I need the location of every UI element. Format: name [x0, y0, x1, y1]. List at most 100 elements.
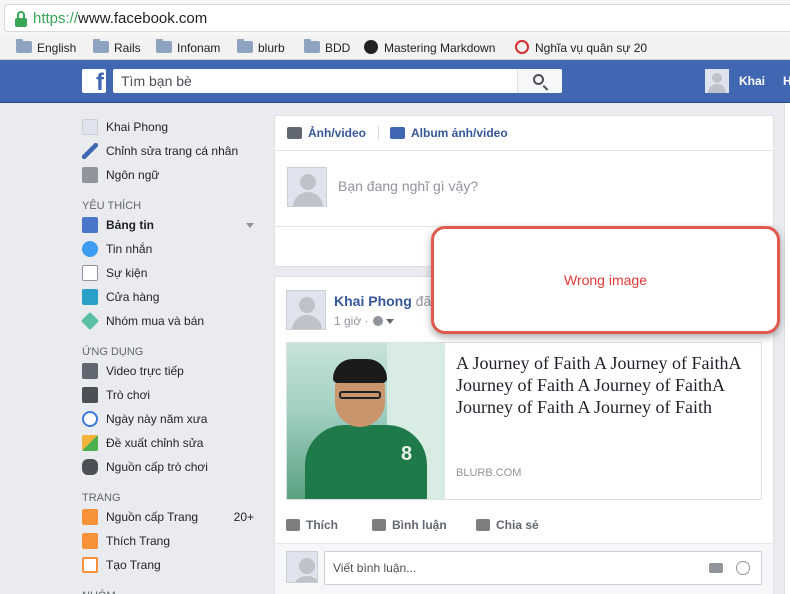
bookmark-english[interactable]: English [16, 39, 76, 57]
avatar [286, 551, 318, 583]
share-button[interactable]: Chia sẻ [476, 518, 539, 532]
bookmark-rails[interactable]: Rails [93, 39, 141, 57]
facebook-logo-icon[interactable]: f [82, 69, 106, 93]
sidebar-item-edit-profile[interactable]: Chỉnh sửa trang cá nhân [82, 139, 262, 163]
chevron-down-icon[interactable] [246, 223, 254, 228]
folder-icon [16, 39, 32, 53]
sidebar-item-events[interactable]: Sự kiện [82, 261, 262, 285]
check-icon [82, 435, 98, 451]
comment-input[interactable] [325, 552, 695, 584]
link-title[interactable]: A Journey of Faith A Journey of FaithA J… [456, 352, 752, 418]
sidebar-item-game-feed[interactable]: Nguồn cấp trò chơi [82, 455, 262, 479]
address-field[interactable]: https://www.facebook.com [4, 4, 790, 32]
avatar [287, 167, 327, 207]
url-text[interactable]: https://www.facebook.com [33, 10, 207, 27]
profile-link[interactable]: Khai [705, 69, 765, 93]
search-icon [533, 74, 544, 85]
pages-feed-icon [82, 509, 98, 525]
link-thumbnail: 8 [287, 343, 445, 499]
facebook-top-bar: f Khai H [0, 60, 790, 103]
search-button[interactable] [517, 69, 562, 93]
search-box [113, 69, 562, 93]
bookmarks-bar: English Rails Infonam blurb BDD Masterin… [0, 36, 790, 60]
browser-url-bar: https://www.facebook.com [0, 0, 790, 36]
github-icon [364, 40, 378, 54]
shop-icon [82, 289, 98, 305]
callout-text: Wrong image [563, 272, 647, 288]
sidebar-item-news-feed[interactable]: Bảng tin [82, 213, 262, 237]
home-link[interactable]: H [783, 69, 790, 93]
sidebar-item-create-page[interactable]: Tạo Trang [82, 553, 262, 577]
like-page-icon [82, 533, 98, 549]
bookmark-infonam[interactable]: Infonam [156, 39, 220, 57]
folder-icon [93, 39, 109, 53]
live-video-icon [82, 363, 98, 379]
folder-icon [156, 39, 172, 53]
post-author: Khai Phong đã [334, 293, 432, 309]
pages-heading: TRANG [82, 492, 121, 504]
sidebar-item-suggest-edits[interactable]: Đề xuất chỉnh sửa [82, 431, 262, 455]
like-button[interactable]: Thích [286, 518, 338, 532]
folder-icon [304, 39, 320, 53]
camera-icon [287, 127, 302, 139]
lock-icon [15, 11, 27, 27]
chevron-down-icon[interactable] [385, 319, 394, 324]
link-domain: BLURB.COM [456, 467, 522, 479]
comment-button[interactable]: Bình luận [372, 518, 447, 532]
language-icon [82, 167, 98, 183]
globe-icon[interactable] [372, 316, 383, 326]
bookmark-bdd[interactable]: BDD [304, 39, 350, 57]
games-icon [82, 387, 98, 403]
apps-heading: ỨNG DỤNG [82, 346, 144, 358]
tab-photo-video[interactable]: Ảnh/video [287, 125, 366, 141]
bookmark-blurb[interactable]: blurb [237, 39, 285, 57]
avatar [705, 69, 729, 93]
author-avatar[interactable] [286, 290, 326, 330]
favorites-heading: YÊU THÍCH [82, 200, 142, 212]
post-meta: 1 giờ · [334, 314, 394, 328]
news-feed-icon [82, 217, 98, 233]
link-preview[interactable]: 8 A Journey of Faith A Journey of FaithA… [286, 342, 762, 500]
folder-icon [237, 39, 253, 53]
create-page-icon [82, 557, 98, 573]
comment-box [324, 551, 762, 585]
sidebar-item-shop[interactable]: Cửa hàng [82, 285, 262, 309]
search-input[interactable] [113, 69, 517, 93]
author-link[interactable]: Khai Phong [334, 293, 412, 309]
wrong-image-callout: Wrong image [431, 226, 780, 334]
emoji-icon[interactable] [736, 561, 750, 575]
tab-album[interactable]: Album ảnh/video [390, 125, 508, 141]
calendar-icon [82, 265, 98, 281]
composer-tabs: Ảnh/video Album ảnh/video [275, 116, 773, 150]
left-sidebar: Khai Phong Chỉnh sửa trang cá nhân Ngôn … [80, 115, 262, 594]
sidebar-item-like-pages[interactable]: Thích Trang [82, 529, 262, 553]
avatar-icon [82, 119, 98, 135]
bookmark-nghia-vu[interactable]: Nghĩa vụ quân sự 20 [515, 39, 650, 57]
comment-icon [372, 519, 386, 531]
tag-icon [80, 311, 100, 331]
camera-icon[interactable] [709, 563, 723, 573]
messages-icon [82, 241, 98, 257]
thumbs-up-icon [286, 519, 300, 531]
sidebar-item-language[interactable]: Ngôn ngữ [82, 163, 262, 187]
sidebar-item-live-video[interactable]: Video trực tiếp [82, 359, 262, 383]
post-actions: Thích Bình luận Chia sẻ [286, 512, 762, 540]
album-icon [390, 127, 405, 139]
comment-section [275, 543, 773, 594]
pencil-icon [82, 143, 98, 159]
sidebar-item-messages[interactable]: Tin nhắn [82, 237, 262, 261]
right-column-edge [784, 103, 790, 594]
sidebar-item-buy-sell-groups[interactable]: Nhóm mua và bán [80, 309, 262, 333]
sidebar-item-memories[interactable]: Ngày này năm xưa [82, 407, 262, 431]
composer-body[interactable]: Bạn đang nghĩ gì vậy? [275, 150, 773, 226]
share-icon [476, 519, 490, 531]
sidebar-item-pages-feed[interactable]: Nguồn cấp Trang 20+ [82, 505, 262, 529]
sidebar-item-games[interactable]: Trò chơi [82, 383, 262, 407]
sidebar-item-profile[interactable]: Khai Phong [82, 115, 262, 139]
bookmark-mastering-markdown[interactable]: Mastering Markdown [364, 39, 500, 57]
groups-heading: NHÓM [82, 583, 262, 594]
memories-icon [82, 411, 98, 427]
post-time[interactable]: 1 giờ · [334, 314, 369, 328]
composer-placeholder[interactable]: Bạn đang nghĩ gì vậy? [338, 178, 478, 194]
tab-divider [378, 126, 379, 140]
